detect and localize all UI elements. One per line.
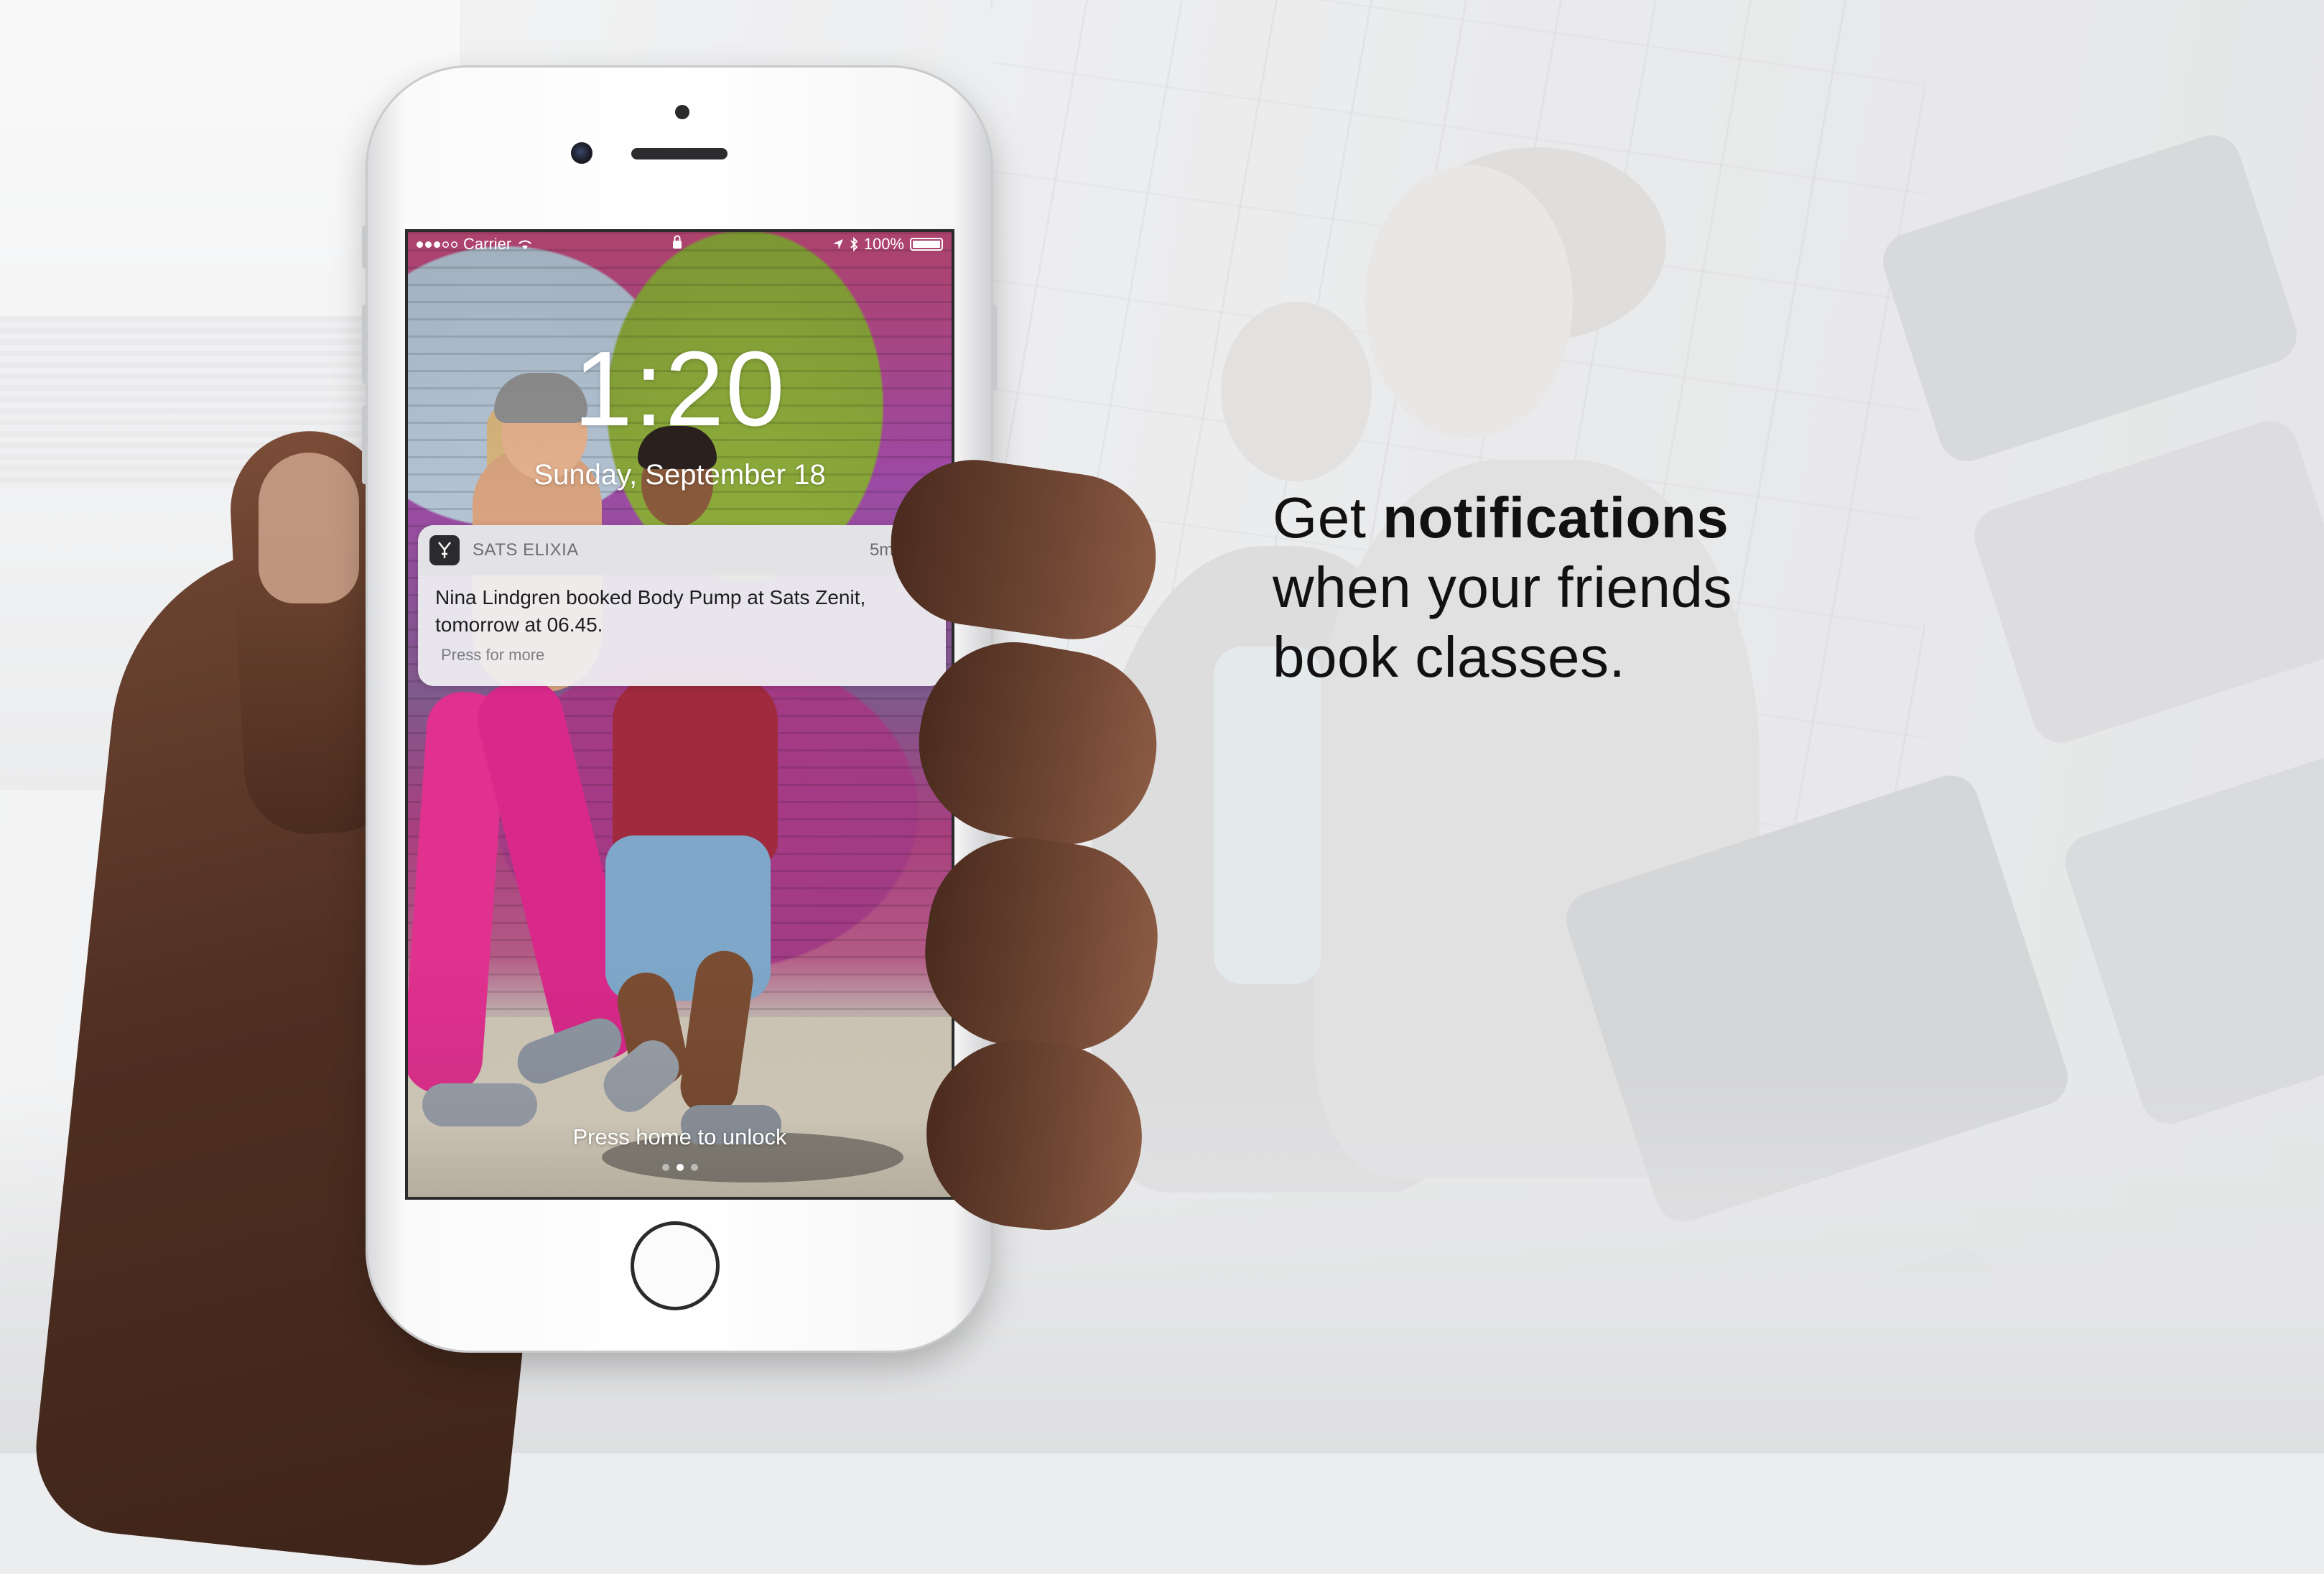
carrier-label: Carrier (463, 235, 512, 253)
power-button (991, 305, 997, 391)
lock-screen-date: Sunday, September 18 (534, 459, 826, 491)
status-bar-left: Carrier (417, 232, 533, 256)
feature-headline: Get notifications when your friends book… (1273, 483, 1732, 692)
proximity-sensor (675, 105, 689, 119)
notification-header: SATS ELIXIA 5m ago (418, 525, 946, 575)
lock-icon (672, 232, 682, 256)
status-bar: Carrier 100% (408, 232, 952, 256)
notification-action-hint: Press for more (441, 646, 545, 664)
status-bar-right: 100% (832, 232, 943, 256)
headline-line-1: Get notifications (1273, 483, 1732, 552)
earpiece-speaker (631, 148, 728, 159)
front-camera-icon (571, 142, 592, 164)
wifi-icon (519, 240, 532, 249)
bluetooth-icon (850, 237, 857, 251)
headline-line-2: when your friends (1273, 555, 1732, 619)
notification-message: Nina Lindgren booked Body Pump at Sats Z… (435, 586, 866, 636)
volume-down-button (362, 405, 368, 484)
thumbnail (259, 453, 359, 603)
location-icon (832, 239, 843, 249)
lock-screen[interactable]: Carrier 100% 1:20 Sunday, September 18 S… (405, 229, 954, 1200)
page-indicator (408, 1164, 952, 1171)
sats-app-icon (429, 535, 460, 565)
push-notification[interactable]: SATS ELIXIA 5m ago Nina Lindgren booked … (418, 525, 946, 686)
signal-dots-icon (417, 241, 457, 248)
headline-emphasis: notifications (1382, 486, 1729, 550)
notification-app-name: SATS ELIXIA (473, 540, 579, 560)
headline-lead: Get (1273, 486, 1383, 550)
unlock-hint: Press home to unlock (572, 1124, 787, 1149)
mute-switch (362, 226, 368, 269)
volume-up-button (362, 305, 368, 384)
lock-screen-time: 1:20 (573, 330, 786, 448)
page-dot (690, 1164, 698, 1171)
battery-percent: 100% (863, 235, 904, 253)
page-dot-active (676, 1164, 684, 1171)
battery-icon (910, 238, 943, 251)
home-button[interactable] (631, 1221, 720, 1310)
headline-line-3: book classes. (1273, 625, 1626, 689)
page-dot (661, 1164, 669, 1171)
iphone-mockup: Carrier 100% 1:20 Sunday, September 18 S… (362, 68, 997, 1351)
